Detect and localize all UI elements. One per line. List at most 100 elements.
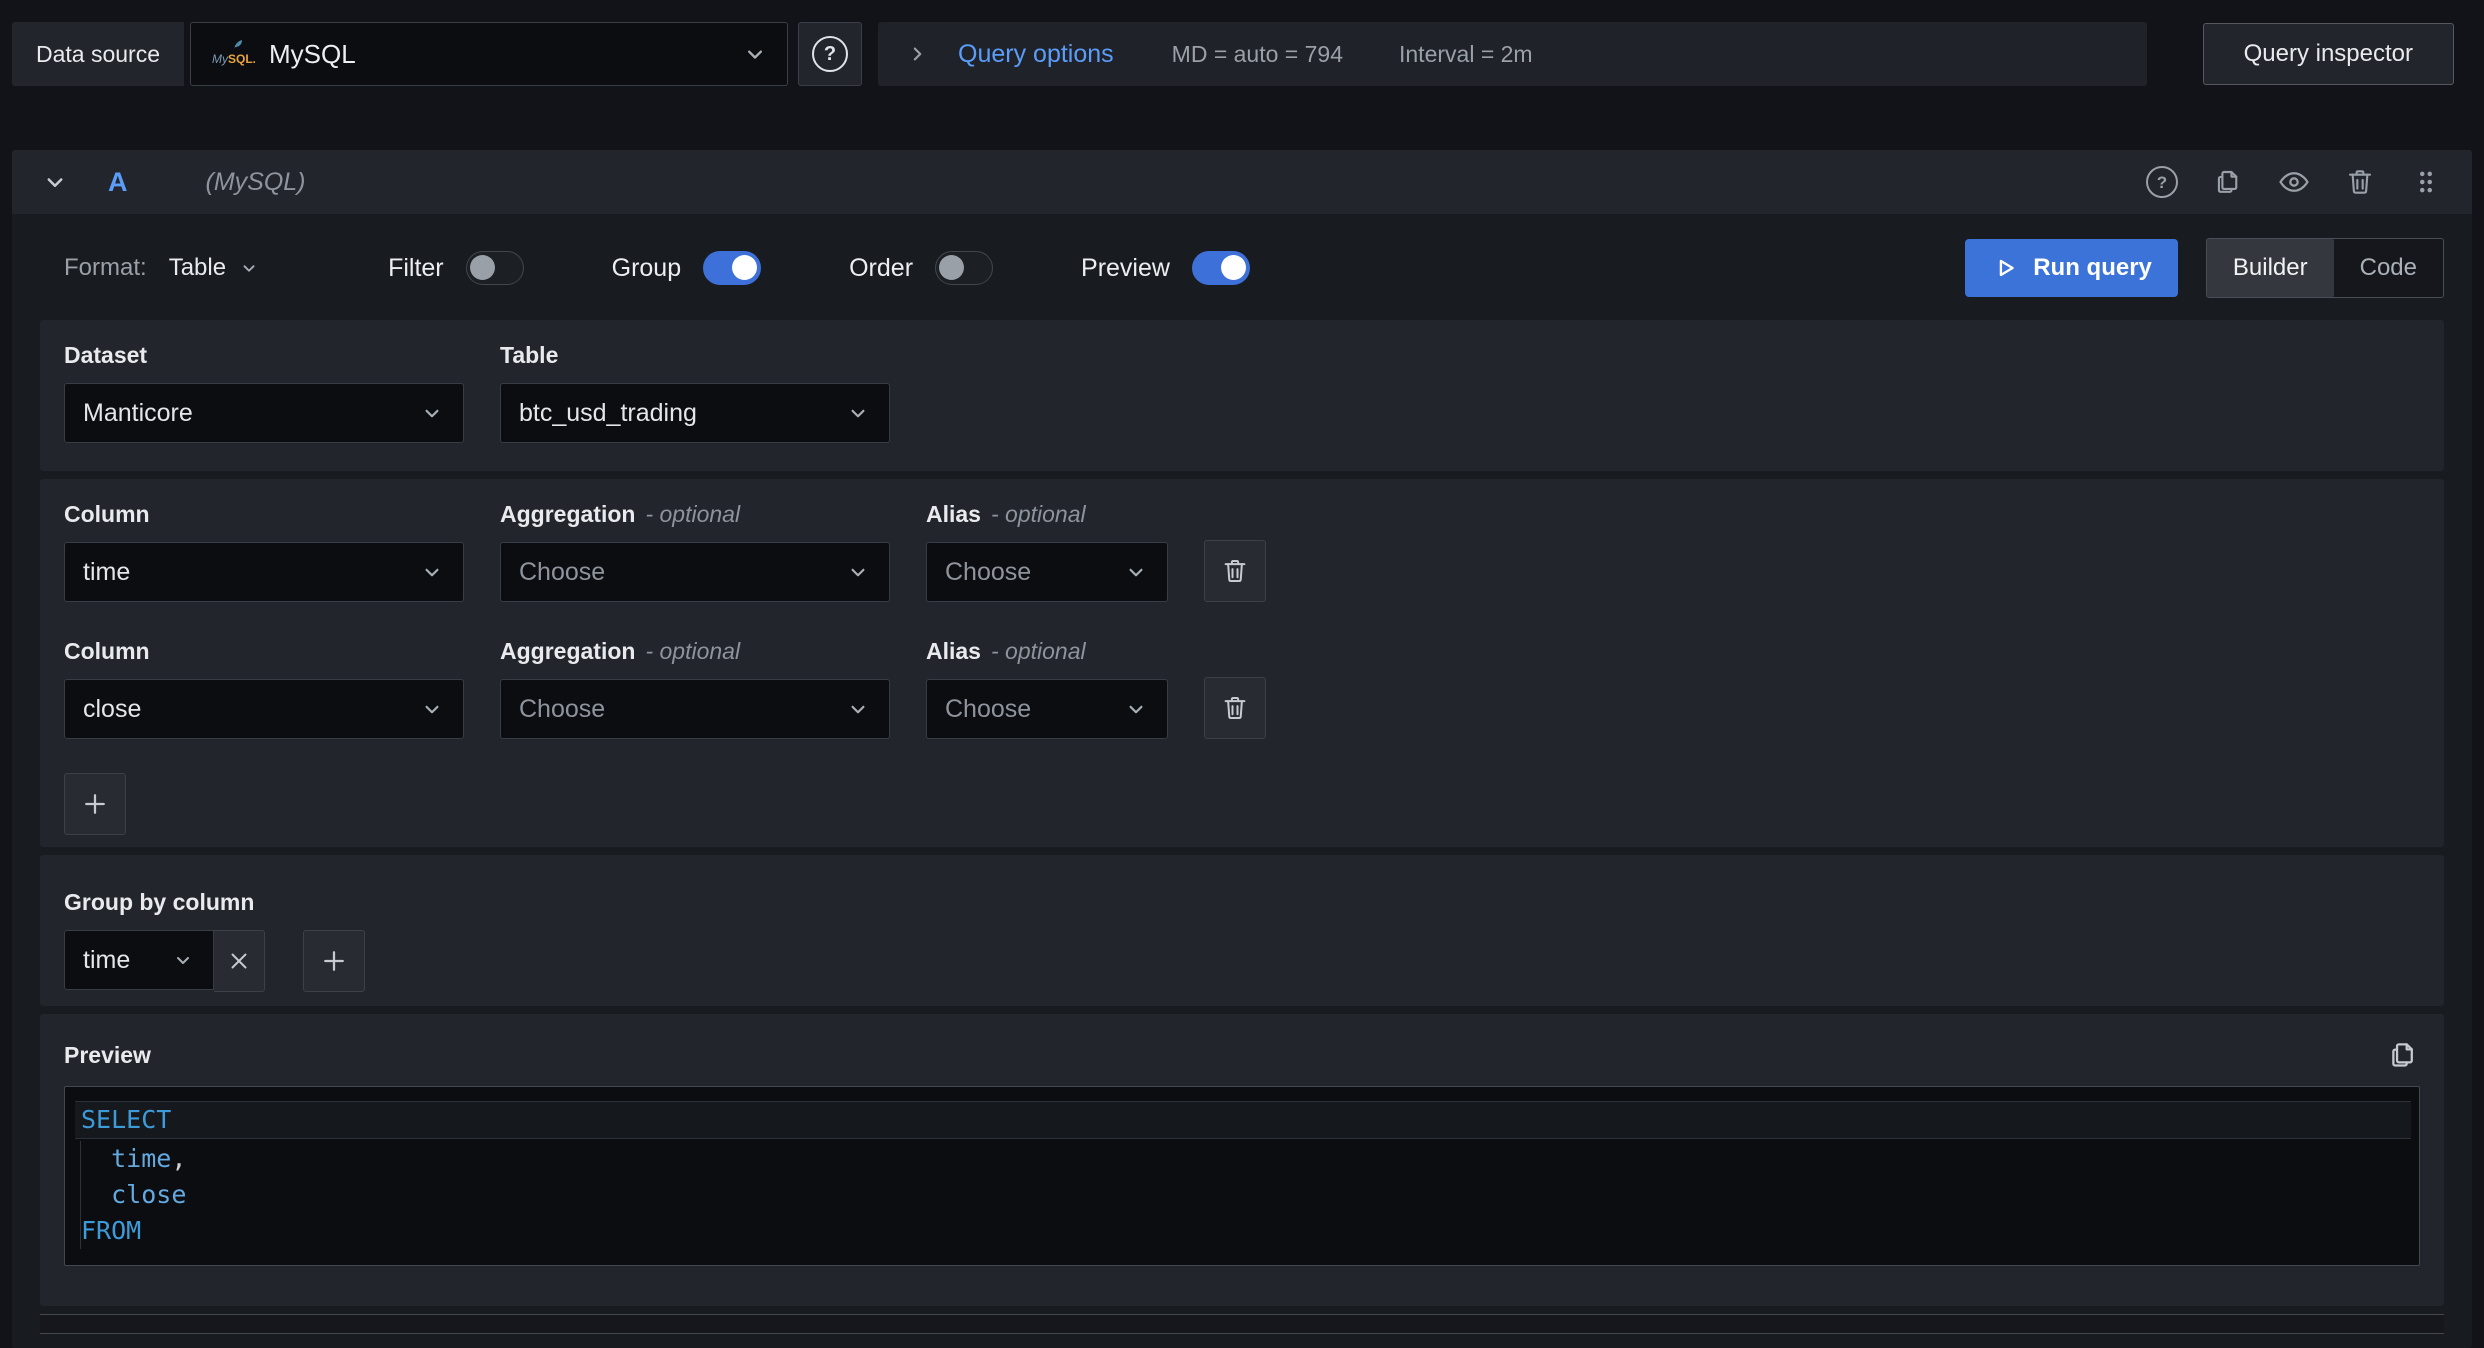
column-label: Column [64, 638, 150, 664]
editor-mode-switch: Builder Code [2205, 238, 2444, 298]
chevron-down-icon [1123, 696, 1149, 722]
table-select[interactable]: btc_usd_trading [500, 383, 890, 443]
chevron-down-icon [1123, 559, 1149, 585]
aggregation-field: Aggregation - optional Choose [500, 638, 890, 739]
group-by-column-select[interactable]: time [64, 930, 214, 990]
chevron-down-icon [741, 40, 769, 68]
query-options-bar: Query options MD = auto = 794 Interval =… [878, 22, 2147, 86]
collapsed-row-divider [40, 1314, 2444, 1334]
aggregation-select[interactable]: Choose [500, 542, 890, 602]
sql-line: FROM [81, 1216, 142, 1245]
mode-code[interactable]: Code [2334, 239, 2443, 297]
help-icon[interactable]: ? [2144, 164, 2180, 200]
svg-text:SQL.: SQL. [228, 52, 255, 66]
svg-text:My: My [212, 52, 229, 66]
table-field: Table btc_usd_trading [500, 342, 890, 443]
format-label: Format: [64, 254, 147, 281]
dataset-label: Dataset [64, 342, 148, 368]
chevron-down-icon [845, 559, 871, 585]
remove-group-by-button[interactable] [214, 930, 265, 992]
preview-toggle-label: Preview [1081, 253, 1170, 282]
datasource-picker[interactable]: My SQL. MySQL [190, 22, 789, 86]
interval-value: Interval = 2m [1399, 40, 1533, 67]
sql-preview-code: SELECT time, close FROM [64, 1086, 2420, 1266]
alias-field: Alias - optional Choose [926, 501, 1168, 602]
dataset-select[interactable]: Manticore [64, 383, 464, 443]
trash-icon [1220, 693, 1250, 723]
chevron-down-icon [845, 400, 871, 426]
alias-field: Alias - optional Choose [926, 638, 1168, 739]
sql-line: time, [111, 1144, 187, 1173]
datasource-help-button[interactable]: ? [798, 22, 863, 86]
chevron-down-icon [419, 400, 445, 426]
format-select[interactable]: Table [169, 254, 260, 282]
datasource-label: Data source [12, 22, 185, 86]
chevron-down-icon [238, 257, 260, 279]
query-datasource-hint: (MySQL) [205, 167, 306, 196]
order-toggle-group: Order [849, 251, 994, 285]
column-select[interactable]: time [64, 542, 464, 602]
toggle-group-row: Filter Group Order Preview [388, 251, 1250, 285]
copy-sql-icon[interactable] [2386, 1038, 2420, 1072]
query-options-link[interactable]: Query options [958, 40, 1114, 69]
alias-select[interactable]: Choose [926, 542, 1168, 602]
chevron-down-icon [419, 696, 445, 722]
remove-query-trash-icon[interactable] [2342, 164, 2378, 200]
add-group-by-button[interactable] [303, 930, 365, 992]
plus-icon [80, 789, 110, 819]
query-ref-id[interactable]: A [108, 167, 128, 198]
query-editor-card: A (MySQL) ? Format: Table Filter Group O… [12, 150, 2472, 1348]
hide-response-eye-icon[interactable] [2276, 164, 2312, 200]
question-circle-icon: ? [812, 36, 849, 72]
column-field: Column close [64, 638, 464, 739]
preview-toggle-group: Preview [1081, 251, 1250, 285]
sql-line: close [111, 1180, 187, 1209]
indent-guide [80, 1141, 81, 1249]
aggregation-select[interactable]: Choose [500, 679, 890, 739]
table-label: Table [500, 342, 559, 368]
remove-column-button[interactable] [1204, 677, 1266, 739]
close-icon [226, 948, 252, 974]
collapse-chevron-icon[interactable] [40, 167, 70, 197]
columns-section: Column time Aggregation - optional Choos… [40, 479, 2444, 847]
duplicate-query-icon[interactable] [2210, 164, 2246, 200]
add-column-button[interactable] [64, 773, 126, 835]
alias-label: Alias - optional [926, 501, 1086, 527]
group-toggle[interactable] [703, 251, 762, 285]
query-row-actions: ? [2144, 164, 2444, 200]
column-row: Column time Aggregation - optional Choos… [64, 501, 2420, 602]
query-inspector-button[interactable]: Query inspector [2202, 23, 2454, 85]
aggregation-label: Aggregation - optional [500, 638, 741, 664]
group-by-label: Group by column [64, 889, 255, 915]
remove-column-button[interactable] [1204, 540, 1266, 602]
group-toggle-label: Group [611, 253, 682, 282]
datasource-value: MySQL [269, 38, 356, 69]
chevron-down-icon [419, 559, 445, 585]
column-row: Column close Aggregation - optional Choo… [64, 638, 2420, 739]
max-data-points-value: MD = auto = 794 [1171, 40, 1343, 67]
query-editor-topbar: Data source My SQL. MySQL ? Query option… [0, 0, 2484, 86]
order-toggle[interactable] [935, 251, 994, 285]
alias-select[interactable]: Choose [926, 679, 1168, 739]
dataset-field: Dataset Manticore [64, 342, 464, 443]
filter-toggle[interactable] [465, 251, 524, 285]
group-toggle-group: Group [611, 251, 762, 285]
column-select[interactable]: close [64, 679, 464, 739]
query-toolbar: Format: Table Filter Group Order Preview… [28, 214, 2456, 320]
column-label: Column [64, 501, 150, 527]
chevron-right-icon [904, 41, 930, 67]
toolbar-right: Run query Builder Code [1965, 238, 2444, 298]
preview-toggle[interactable] [1191, 251, 1250, 285]
plus-icon [319, 946, 349, 976]
mysql-logo-icon: My SQL. [209, 38, 255, 70]
order-toggle-label: Order [849, 253, 914, 282]
group-by-section: Group by column time [40, 855, 2444, 1006]
aggregation-field: Aggregation - optional Choose [500, 501, 890, 602]
alias-label: Alias - optional [926, 638, 1086, 664]
drag-handle-icon[interactable] [2408, 164, 2444, 200]
run-query-button[interactable]: Run query [1965, 239, 2178, 297]
mode-builder[interactable]: Builder [2206, 239, 2334, 297]
preview-label: Preview [64, 1041, 151, 1068]
sql-line: SELECT [75, 1101, 2411, 1139]
query-row-header[interactable]: A (MySQL) ? [12, 150, 2472, 214]
